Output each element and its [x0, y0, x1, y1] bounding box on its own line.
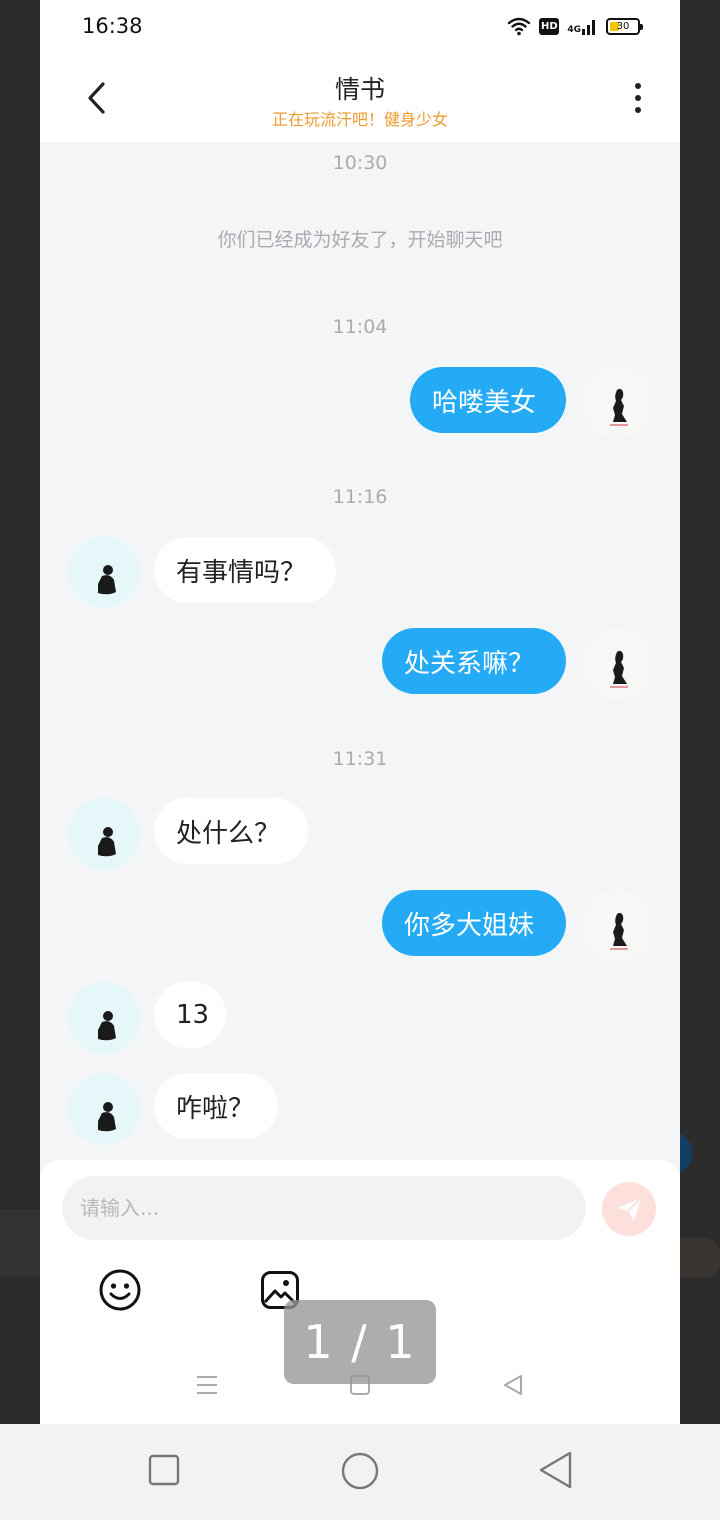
phone-screen: 16:38 HD 4G 30 情书 正在玩流汗吧！健身少女 10:30 你们已经…	[40, 0, 680, 1424]
avatar-girl-icon	[610, 912, 628, 950]
timestamp: 11:16	[332, 486, 388, 508]
more-dot-icon	[635, 107, 641, 113]
battery-icon: 30	[606, 17, 643, 35]
message-bubble-sent[interactable]: 你多大姐妹	[382, 890, 566, 956]
message-bubble-sent[interactable]: 哈喽美女	[410, 367, 566, 433]
network-type: 4G	[567, 25, 581, 35]
chat-subtitle: 正在玩流汗吧！健身少女	[271, 110, 448, 129]
avatar-person-icon	[98, 565, 116, 595]
contact-avatar[interactable]	[68, 798, 140, 870]
status-time: 16:38	[82, 14, 143, 38]
more-dot-icon	[635, 83, 641, 89]
my-avatar[interactable]	[582, 628, 654, 700]
home-circle-icon[interactable]	[341, 1452, 379, 1490]
system-notice: 你们已经成为好友了，开始聊天吧	[217, 229, 503, 251]
chat-header: 情书 正在玩流汗吧！健身少女	[40, 56, 680, 142]
message-bubble-sent[interactable]: 处关系嘛？	[382, 628, 566, 694]
avatar-girl-icon	[610, 388, 628, 426]
avatar-person-icon	[98, 1011, 116, 1041]
message-bubble-received[interactable]: 咋啦？	[154, 1073, 278, 1139]
wifi-icon	[508, 17, 531, 36]
back-triangle-icon[interactable]	[502, 1374, 524, 1396]
recent-apps-icon[interactable]	[148, 1454, 180, 1486]
menu-icon[interactable]	[196, 1374, 218, 1396]
my-avatar[interactable]	[582, 366, 654, 438]
more-options-button[interactable]	[620, 78, 656, 118]
contact-avatar[interactable]	[68, 1073, 140, 1145]
background-right-bar	[680, 1238, 720, 1278]
contact-avatar[interactable]	[68, 536, 140, 608]
message-bubble-received[interactable]: 13	[154, 982, 226, 1048]
message-bubble-received[interactable]: 处什么？	[154, 798, 308, 864]
paper-plane-icon	[617, 1197, 642, 1221]
signal-bars-icon	[582, 20, 595, 35]
emoji-icon[interactable]	[98, 1268, 142, 1312]
message-bubble-received[interactable]: 有事情吗？	[154, 537, 336, 603]
page-indicator: 1 / 1	[284, 1300, 436, 1384]
my-avatar[interactable]	[582, 890, 654, 962]
contact-avatar[interactable]	[68, 982, 140, 1054]
chat-title: 情书	[334, 75, 385, 104]
message-input[interactable]	[62, 1176, 586, 1240]
avatar-person-icon	[98, 827, 116, 857]
hd-icon: HD	[539, 17, 560, 35]
system-navigation-bar	[0, 1424, 720, 1520]
signal-icon: 4G	[567, 17, 598, 35]
status-icons: HD 4G 30	[507, 16, 643, 36]
back-triangle-icon[interactable]	[538, 1451, 574, 1489]
timestamp: 11:04	[332, 316, 388, 338]
status-bar: 16:38 HD 4G 30	[40, 0, 680, 56]
background-left-bar	[0, 1210, 40, 1276]
background-right-strip	[680, 0, 720, 1424]
avatar-person-icon	[98, 1102, 116, 1132]
battery-level: 30	[616, 20, 630, 32]
avatar-girl-icon	[610, 650, 628, 688]
timestamp: 11:31	[332, 748, 388, 770]
chat-messages[interactable]: 10:30 你们已经成为好友了，开始聊天吧 11:04 哈喽美女 11:16 有…	[40, 142, 680, 1160]
more-dot-icon	[635, 95, 641, 101]
send-button[interactable]	[602, 1182, 656, 1236]
timestamp: 10:30	[332, 152, 388, 174]
